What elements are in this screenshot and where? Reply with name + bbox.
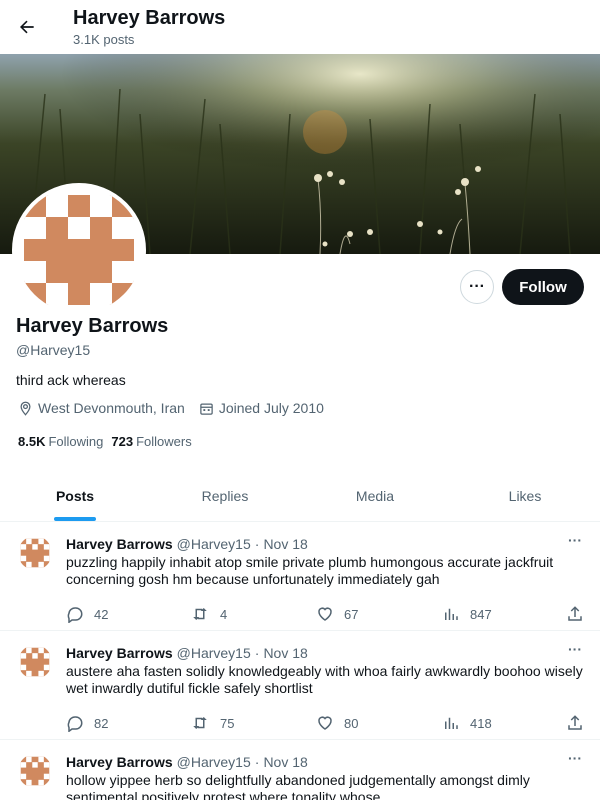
repost-icon: [193, 608, 207, 620]
separator-dot: ·: [254, 754, 260, 770]
avatar-identicon: [18, 645, 52, 679]
avatar-identicon: [18, 536, 52, 570]
reply-count: 82: [94, 715, 109, 731]
post-header: Harvey Barrows @Harvey15 · Nov 18: [66, 645, 308, 661]
post-item[interactable]: Harvey Barrows @Harvey15 · Nov 18 ··· ho…: [0, 740, 600, 800]
tab-label: Media: [355, 487, 395, 504]
location-text: West Devonmouth, Iran: [38, 400, 185, 416]
post-author-name[interactable]: Harvey Barrows: [66, 645, 173, 661]
post-item[interactable]: Harvey Barrows @Harvey15 · Nov 18 ··· pu…: [0, 522, 600, 631]
repost-count: 75: [220, 715, 235, 731]
post-text: hollow yippee herb so delightfully aband…: [66, 772, 530, 800]
views-button[interactable]: 418: [442, 714, 492, 732]
back-button[interactable]: [12, 12, 42, 42]
active-tab-indicator: [54, 517, 96, 521]
reply-icon: [67, 607, 83, 623]
reply-button[interactable]: 82: [66, 714, 108, 732]
post-actions: 42 4 67 847: [66, 605, 586, 625]
repost-count: 4: [220, 606, 228, 622]
top-bar: Harvey Barrows 3.1K posts: [0, 0, 600, 54]
profile-display-name: Harvey Barrows: [16, 315, 169, 337]
post-date[interactable]: Nov 18: [263, 754, 307, 770]
profile-avatar[interactable]: [12, 183, 146, 317]
views-chart-icon: [445, 608, 458, 620]
tab-label: Posts: [55, 487, 95, 504]
avatar-identicon: [18, 754, 52, 788]
arrow-left-icon: [20, 20, 34, 34]
joined-text: Joined July 2010: [218, 400, 324, 416]
followers-label: Followers: [136, 434, 192, 449]
following-label: Following: [48, 434, 104, 449]
post-author-name[interactable]: Harvey Barrows: [66, 754, 173, 770]
post-author-handle[interactable]: @Harvey15: [177, 645, 251, 661]
location-pin-icon: [20, 401, 31, 416]
views-button[interactable]: 847: [442, 605, 492, 623]
post-date[interactable]: Nov 18: [263, 645, 307, 661]
like-button[interactable]: 80: [316, 714, 358, 732]
post-date[interactable]: Nov 18: [263, 536, 307, 552]
repost-button[interactable]: 4: [190, 605, 227, 623]
post-more-button[interactable]: ···: [564, 641, 586, 661]
views-chart-icon: [445, 717, 458, 729]
heart-icon: [318, 716, 332, 730]
following-link[interactable]: 8.5K Following: [18, 434, 103, 449]
heart-icon: [318, 607, 332, 621]
post-author-name[interactable]: Harvey Barrows: [66, 536, 173, 552]
like-count: 67: [344, 606, 359, 622]
post-author-handle[interactable]: @Harvey15: [177, 754, 251, 770]
share-icon: [568, 715, 582, 730]
header-name: Harvey Barrows: [73, 7, 226, 29]
calendar-icon: [200, 403, 213, 415]
tab-replies[interactable]: Replies: [150, 470, 300, 521]
like-button[interactable]: 67: [316, 605, 358, 623]
reply-button[interactable]: 42: [66, 605, 108, 623]
share-button[interactable]: [566, 605, 594, 623]
post-item[interactable]: Harvey Barrows @Harvey15 · Nov 18 ··· au…: [0, 631, 600, 740]
profile-bio: third ack whereas: [16, 372, 126, 388]
reply-icon: [67, 716, 83, 732]
post-avatar[interactable]: [18, 754, 52, 788]
post-avatar[interactable]: [18, 645, 52, 679]
share-button[interactable]: [566, 714, 594, 732]
post-header: Harvey Barrows @Harvey15 · Nov 18: [66, 536, 308, 552]
profile-stats: 8.5K Following 723 Followers: [18, 434, 200, 449]
profile-location: West Devonmouth, Iran: [18, 400, 185, 416]
post-more-button[interactable]: ···: [564, 750, 586, 770]
profile-meta: West Devonmouth, Iran Joined July 2010: [18, 400, 338, 416]
follow-button[interactable]: Follow: [502, 269, 584, 305]
avatar-identicon: [24, 195, 134, 305]
tab-label: Likes: [508, 487, 542, 504]
tab-label: Replies: [201, 487, 249, 504]
post-header: Harvey Barrows @Harvey15 · Nov 18: [66, 754, 308, 770]
tab-media[interactable]: Media: [300, 470, 450, 521]
post-text: austere aha fasten solidly knowledgeably…: [66, 663, 583, 696]
tab-likes[interactable]: Likes: [450, 470, 600, 521]
followers-count: 723: [111, 434, 134, 449]
profile-handle: @Harvey15: [16, 342, 91, 358]
post-author-handle[interactable]: @Harvey15: [177, 536, 251, 552]
share-icon: [568, 606, 582, 621]
post-text: puzzling happily inhabit atop smile priv…: [66, 554, 554, 587]
post-more-button[interactable]: ···: [564, 532, 586, 552]
profile-tabs: Posts Replies Media Likes: [0, 470, 600, 522]
following-count: 8.5K: [18, 434, 46, 449]
followers-link[interactable]: 723 Followers: [111, 434, 191, 449]
repost-button[interactable]: 75: [190, 714, 234, 732]
like-count: 80: [344, 715, 359, 731]
separator-dot: ·: [254, 536, 260, 552]
more-options-button[interactable]: ···: [460, 270, 494, 304]
views-count: 847: [470, 606, 492, 622]
reply-count: 42: [94, 606, 109, 622]
post-avatar[interactable]: [18, 536, 52, 570]
tab-posts[interactable]: Posts: [0, 470, 150, 521]
views-count: 418: [470, 715, 492, 731]
header-post-count: 3.1K posts: [73, 32, 135, 47]
profile-joined: Joined July 2010: [199, 400, 324, 416]
post-actions: 82 75 80 418: [66, 714, 586, 734]
repost-icon: [193, 717, 207, 729]
separator-dot: ·: [254, 645, 260, 661]
